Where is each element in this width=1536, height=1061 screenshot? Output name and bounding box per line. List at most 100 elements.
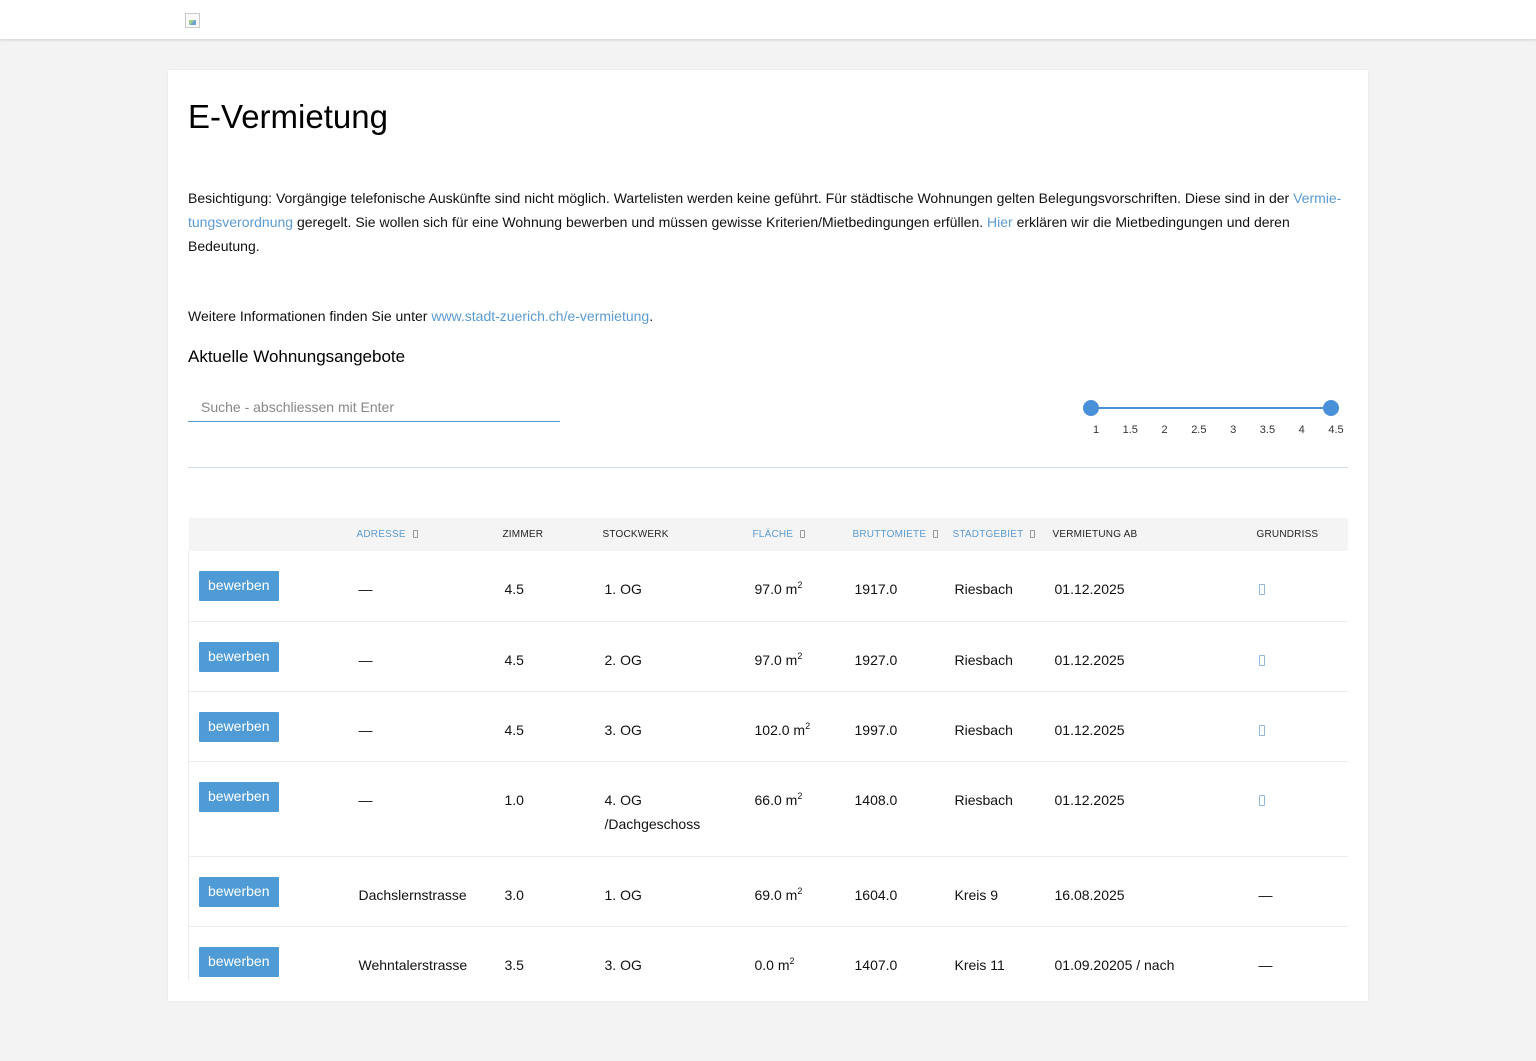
- header-stadtgebiet[interactable]: STADTGEBIET: [953, 518, 1053, 551]
- cell-stadtgebiet: Riesbach: [952, 691, 1053, 762]
- cell-stadtgebiet: Kreis 11: [952, 926, 1053, 981]
- cell-grundriss: [1256, 691, 1348, 762]
- cell-flaeche: 66.0 m2: [752, 761, 853, 857]
- cell-stockwerk: 4. OG /Dachgeschoss: [602, 761, 753, 857]
- cell-stockwerk: 3. OG: [602, 926, 753, 981]
- cell-stadtgebiet: Riesbach: [952, 621, 1053, 692]
- header-flaeche[interactable]: FLÄCHE: [753, 518, 853, 551]
- cell-adresse: —: [356, 761, 503, 857]
- bewerben-button[interactable]: bewerben: [199, 641, 279, 672]
- cell-bruttomiete: 1604.0: [852, 856, 953, 927]
- search-input[interactable]: [188, 392, 560, 422]
- cell-stadtgebiet: Kreis 9: [952, 856, 1053, 927]
- slider-tick-label: 3: [1230, 424, 1237, 436]
- cell-grundriss: [1256, 761, 1348, 857]
- header-zimmer: ZIMMER: [502, 529, 544, 540]
- floorplan-icon[interactable]: [1258, 654, 1265, 666]
- divider: [188, 467, 1348, 468]
- slider-track[interactable]: [1091, 407, 1331, 409]
- cell-bruttomiete: 1997.0: [852, 691, 953, 762]
- cell-adresse: Wehntalerstrasse: [356, 926, 503, 981]
- cell-zimmer: 3.0: [502, 856, 603, 927]
- slider-tick-label: 1: [1092, 424, 1100, 436]
- section-title: Aktuelle Wohnungsangebote: [188, 347, 406, 366]
- slider-tick-label: 2.5: [1191, 424, 1207, 436]
- table-row: bewerben —4.5 2. OG 97.0 m2 1927.0 Riesbach 01…: [188, 621, 1348, 692]
- page-title: E-Vermietung: [188, 98, 388, 135]
- cell-bruttomiete: 1917.0: [852, 551, 953, 622]
- slider-min-handle[interactable]: [1083, 400, 1099, 416]
- cell-flaeche: 0.0 m2: [752, 926, 853, 981]
- cell-vermietung-ab: 01.09.20205 / nach: [1052, 926, 1257, 981]
- table-row: bewerben Dachslernstrasse 3.0 1. OG 69.0 m2 1…: [188, 856, 1348, 927]
- header-grundriss: GRUNDRISS: [1256, 529, 1319, 540]
- cell-bruttomiete: 1927.0: [852, 621, 953, 692]
- sort-icon: [412, 529, 418, 538]
- table-header-row: ADRESSE ZIMMER STOCKWERK FLÄCHE BRUTTOMI…: [188, 518, 1348, 551]
- bewerben-button[interactable]: bewerben: [199, 781, 279, 812]
- cell-grundriss: [1256, 551, 1348, 622]
- cell-stockwerk: 2. OG: [602, 621, 753, 692]
- slider-tick-label: 4: [1298, 424, 1305, 436]
- cell-grundriss: —: [1256, 856, 1348, 927]
- cell-adresse: —: [356, 691, 503, 762]
- e-vermietung-link[interactable]: www.stadt-zuerich.ch/e-vermietung: [431, 308, 649, 324]
- cell-vermietung-ab: 01.12.2025: [1052, 551, 1257, 622]
- floorplan-icon[interactable]: [1258, 794, 1265, 806]
- cell-grundriss: —: [1256, 926, 1348, 981]
- cell-stadtgebiet: Riesbach: [952, 761, 1053, 857]
- cell-zimmer: 4.5: [502, 621, 603, 692]
- cell-grundriss: [1256, 621, 1348, 692]
- cell-zimmer: 1.0: [502, 761, 603, 857]
- bewerben-button[interactable]: bewerben: [199, 571, 279, 601]
- room-range-slider[interactable]: 1 1.5 2 2.5 3 3.5 4 4.5: [1083, 400, 1344, 440]
- slider-tick-label: 4.5: [1328, 424, 1344, 436]
- cell-adresse: —: [356, 621, 503, 692]
- header-action: [189, 518, 357, 551]
- top-header: [0, 0, 1536, 39]
- floorplan-icon[interactable]: [1258, 584, 1265, 595]
- cell-stockwerk: 1. OG: [602, 856, 753, 927]
- cell-zimmer: 4.5: [502, 551, 603, 622]
- bewerben-button[interactable]: bewerben: [199, 876, 279, 907]
- sort-icon: [932, 529, 939, 538]
- cell-flaeche: 97.0 m2: [752, 621, 853, 692]
- listings-table: ADRESSE ZIMMER STOCKWERK FLÄCHE BRUTTOMI…: [188, 518, 1348, 981]
- header-stockwerk: STOCKWERK: [602, 529, 669, 540]
- cell-vermietung-ab: 01.12.2025: [1052, 691, 1257, 762]
- floorplan-icon[interactable]: [1258, 724, 1265, 736]
- cell-vermietung-ab: 01.12.2025: [1052, 621, 1257, 692]
- bewerben-button[interactable]: bewerben: [199, 711, 279, 742]
- bewerben-button[interactable]: bewerben: [199, 946, 279, 977]
- sort-icon: [799, 529, 806, 538]
- cell-bruttomiete: 1408.0: [852, 761, 953, 857]
- cell-stadtgebiet: Riesbach: [952, 551, 1053, 622]
- slider-max-handle[interactable]: [1323, 400, 1339, 416]
- broken-image-icon[interactable]: [185, 13, 200, 28]
- cell-flaeche: 102.0 m2: [752, 691, 853, 762]
- cell-stockwerk: 1. OG: [602, 551, 753, 622]
- cell-flaeche: 97.0 m2: [752, 551, 853, 622]
- more-info-text: Weitere Informationen finden Sie unter w…: [188, 308, 654, 324]
- table-row: bewerben —1.0 4. OG /Dachgeschoss 66.0 m2 14…: [188, 761, 1348, 857]
- table-row: bewerben Wehntalerstrasse 3.5 3. OG 0.0 m2 14…: [188, 926, 1348, 981]
- slider-tick-label: 2: [1161, 424, 1168, 436]
- intro-text: Besichtigung: Vorgängige telefonische Au…: [188, 190, 1342, 254]
- cell-adresse: Dachslernstrasse: [356, 856, 503, 927]
- cell-stockwerk: 3. OG: [602, 691, 753, 762]
- main-card: E-Vermietung Besichtigung: Vorgängige te…: [168, 70, 1368, 1001]
- cell-adresse: —: [356, 551, 503, 622]
- cell-vermietung-ab: 01.12.2025: [1052, 761, 1257, 857]
- listings-table-wrapper[interactable]: ADRESSE ZIMMER STOCKWERK FLÄCHE BRUTTOMI…: [188, 518, 1348, 981]
- hier-link[interactable]: Hier: [987, 214, 1013, 230]
- header-adresse[interactable]: ADRESSE: [357, 518, 503, 551]
- cell-bruttomiete: 1407.0: [852, 926, 953, 981]
- cell-vermietung-ab: 16.08.2025: [1052, 856, 1257, 927]
- header-vermietung-ab: VERMIETUNG AB: [1052, 529, 1138, 540]
- table-row: bewerben —4.5 1. OG 97.0 m2 1917.0 Riesbach 01…: [188, 551, 1348, 622]
- cell-flaeche: 69.0 m2: [752, 856, 853, 927]
- cell-zimmer: 4.5: [502, 691, 603, 762]
- slider-tick-label: 3.5: [1259, 424, 1276, 436]
- table-row: bewerben —4.5 3. OG 102.0 m2 1997.0 Riesbach 0…: [188, 691, 1348, 762]
- header-bruttomiete[interactable]: BRUTTOMIETE: [853, 518, 953, 551]
